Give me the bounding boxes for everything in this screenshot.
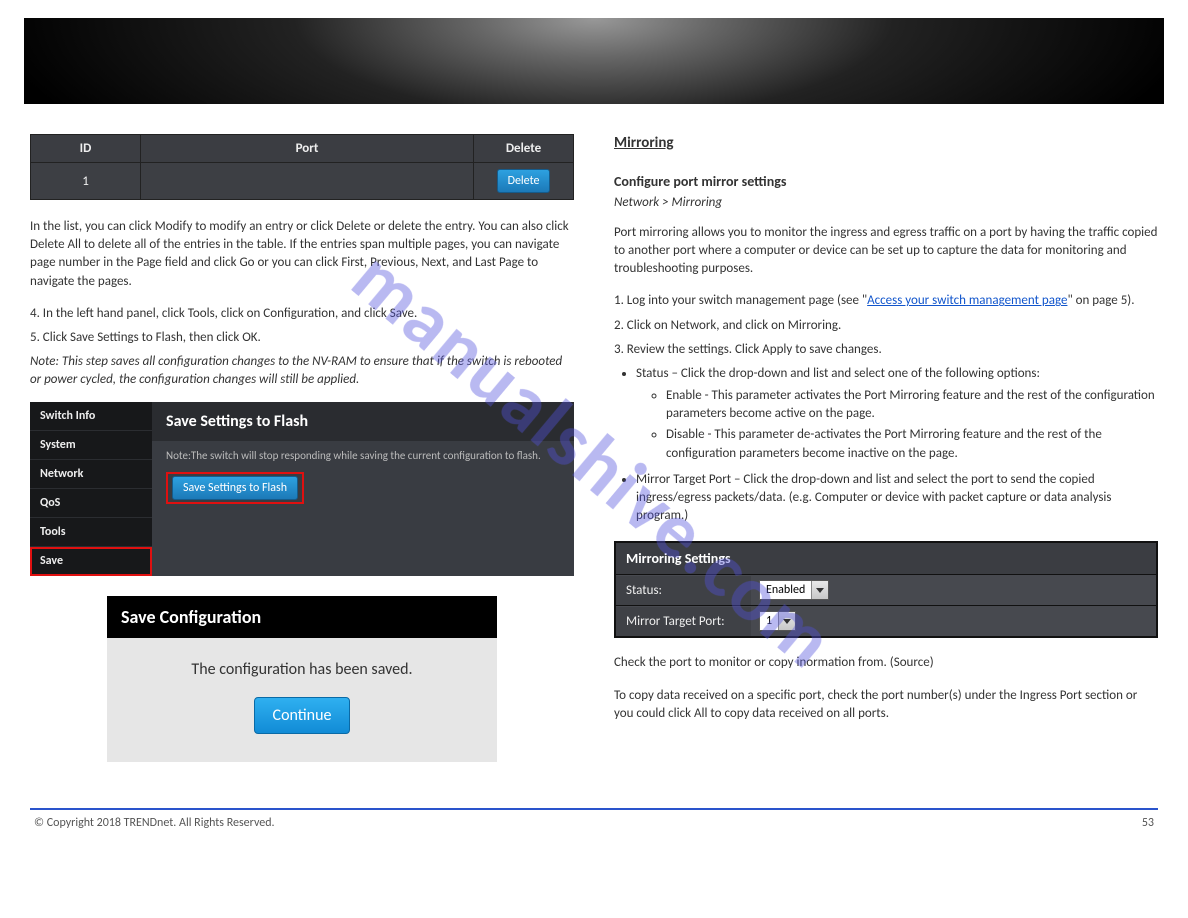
save-confirm-title: Save Configuration <box>107 596 497 638</box>
p-source: Check the port to monitor or copy inorma… <box>614 654 1158 672</box>
right-column: Mirroring Configure port mirror settings… <box>614 134 1158 762</box>
delete-button[interactable]: Delete <box>497 169 551 193</box>
chevron-down-icon <box>778 612 795 630</box>
opt-disable: Disable - This parameter de-activates th… <box>666 426 1158 462</box>
step-3: 3. Review the settings. Click Apply to s… <box>614 341 1158 359</box>
flash-title: Save Settings to Flash <box>152 402 574 441</box>
sidebar-item-switch-info[interactable]: Switch Info <box>30 402 152 431</box>
sub-heading: Configure port mirror settings <box>614 172 1158 192</box>
cell-id: 1 <box>31 163 141 200</box>
status-select-value: Enabled <box>760 583 811 597</box>
col-id: ID <box>31 135 141 163</box>
step-5: 5. Click Save Settings to Flash, then cl… <box>30 329 574 347</box>
chevron-down-icon <box>811 581 828 599</box>
page-number: 53 <box>1142 816 1154 830</box>
sidebar-item-save[interactable]: Save <box>30 547 152 576</box>
modify-paragraph: In the list, you can click Modify to mod… <box>30 218 574 291</box>
p-ingress: To copy data received on a specific port… <box>614 687 1158 723</box>
sidebar-item-tools[interactable]: Tools <box>30 518 152 547</box>
mirroring-desc: Port mirroring allows you to monitor the… <box>614 224 1158 279</box>
col-delete: Delete <box>474 135 574 163</box>
save-confirm-msg: The configuration has been saved. <box>107 638 497 697</box>
page-footer: © Copyright 2018 TRENDnet. All Rights Re… <box>30 808 1158 864</box>
flash-note: Note:The switch will stop responding whi… <box>152 441 574 466</box>
bullet-target: Mirror Target Port – Click the drop-down… <box>636 471 1158 526</box>
sidebar-item-system[interactable]: System <box>30 431 152 460</box>
flash-sidebar: Switch Info System Network QoS Tools Sav… <box>30 402 152 576</box>
step-1: 1. Log into your switch management page … <box>614 292 1158 310</box>
status-label: Status: <box>616 576 751 605</box>
cell-delete: Delete <box>474 163 574 200</box>
bullet-status: Status – Click the drop-down and list an… <box>636 365 1158 463</box>
save-confirm-dialog: Save Configuration The configuration has… <box>107 596 497 762</box>
step-2: 2. Click on Network, and click on Mirror… <box>614 317 1158 335</box>
sidebar-item-network[interactable]: Network <box>30 460 152 489</box>
target-select-value: 1 <box>760 614 778 628</box>
save-to-flash-button[interactable]: Save Settings to Flash <box>172 476 298 500</box>
save-note: Note: This step saves all configuration … <box>30 353 574 389</box>
step-4: 4. In the left hand panel, click Tools, … <box>30 305 574 323</box>
port-table: ID Port Delete 1 Delete <box>30 134 574 200</box>
cell-port <box>141 163 474 200</box>
top-banner <box>24 18 1164 104</box>
nav-path: Network > Mirroring <box>614 194 1158 212</box>
access-mgmt-link[interactable]: Access your switch management page <box>867 293 1067 308</box>
mirror-panel: Mirroring Settings Status: Enabled Mirro… <box>614 541 1158 638</box>
copyright: © Copyright 2018 TRENDnet. All Rights Re… <box>34 816 275 830</box>
col-port: Port <box>141 135 474 163</box>
target-label: Mirror Target Port: <box>616 607 751 636</box>
table-row: 1 Delete <box>31 163 574 200</box>
left-column: ID Port Delete 1 Delete In the list, you… <box>30 134 574 762</box>
continue-button[interactable]: Continue <box>254 697 351 734</box>
flash-panel: Switch Info System Network QoS Tools Sav… <box>30 402 574 576</box>
opt-enable: Enable - This parameter activates the Po… <box>666 387 1158 423</box>
section-mirroring: Mirroring <box>614 134 674 152</box>
status-select[interactable]: Enabled <box>759 580 829 600</box>
sidebar-item-qos[interactable]: QoS <box>30 489 152 518</box>
flash-main: Save Settings to Flash Note:The switch w… <box>152 402 574 576</box>
target-select[interactable]: 1 <box>759 611 796 631</box>
mirror-title: Mirroring Settings <box>616 543 1156 575</box>
